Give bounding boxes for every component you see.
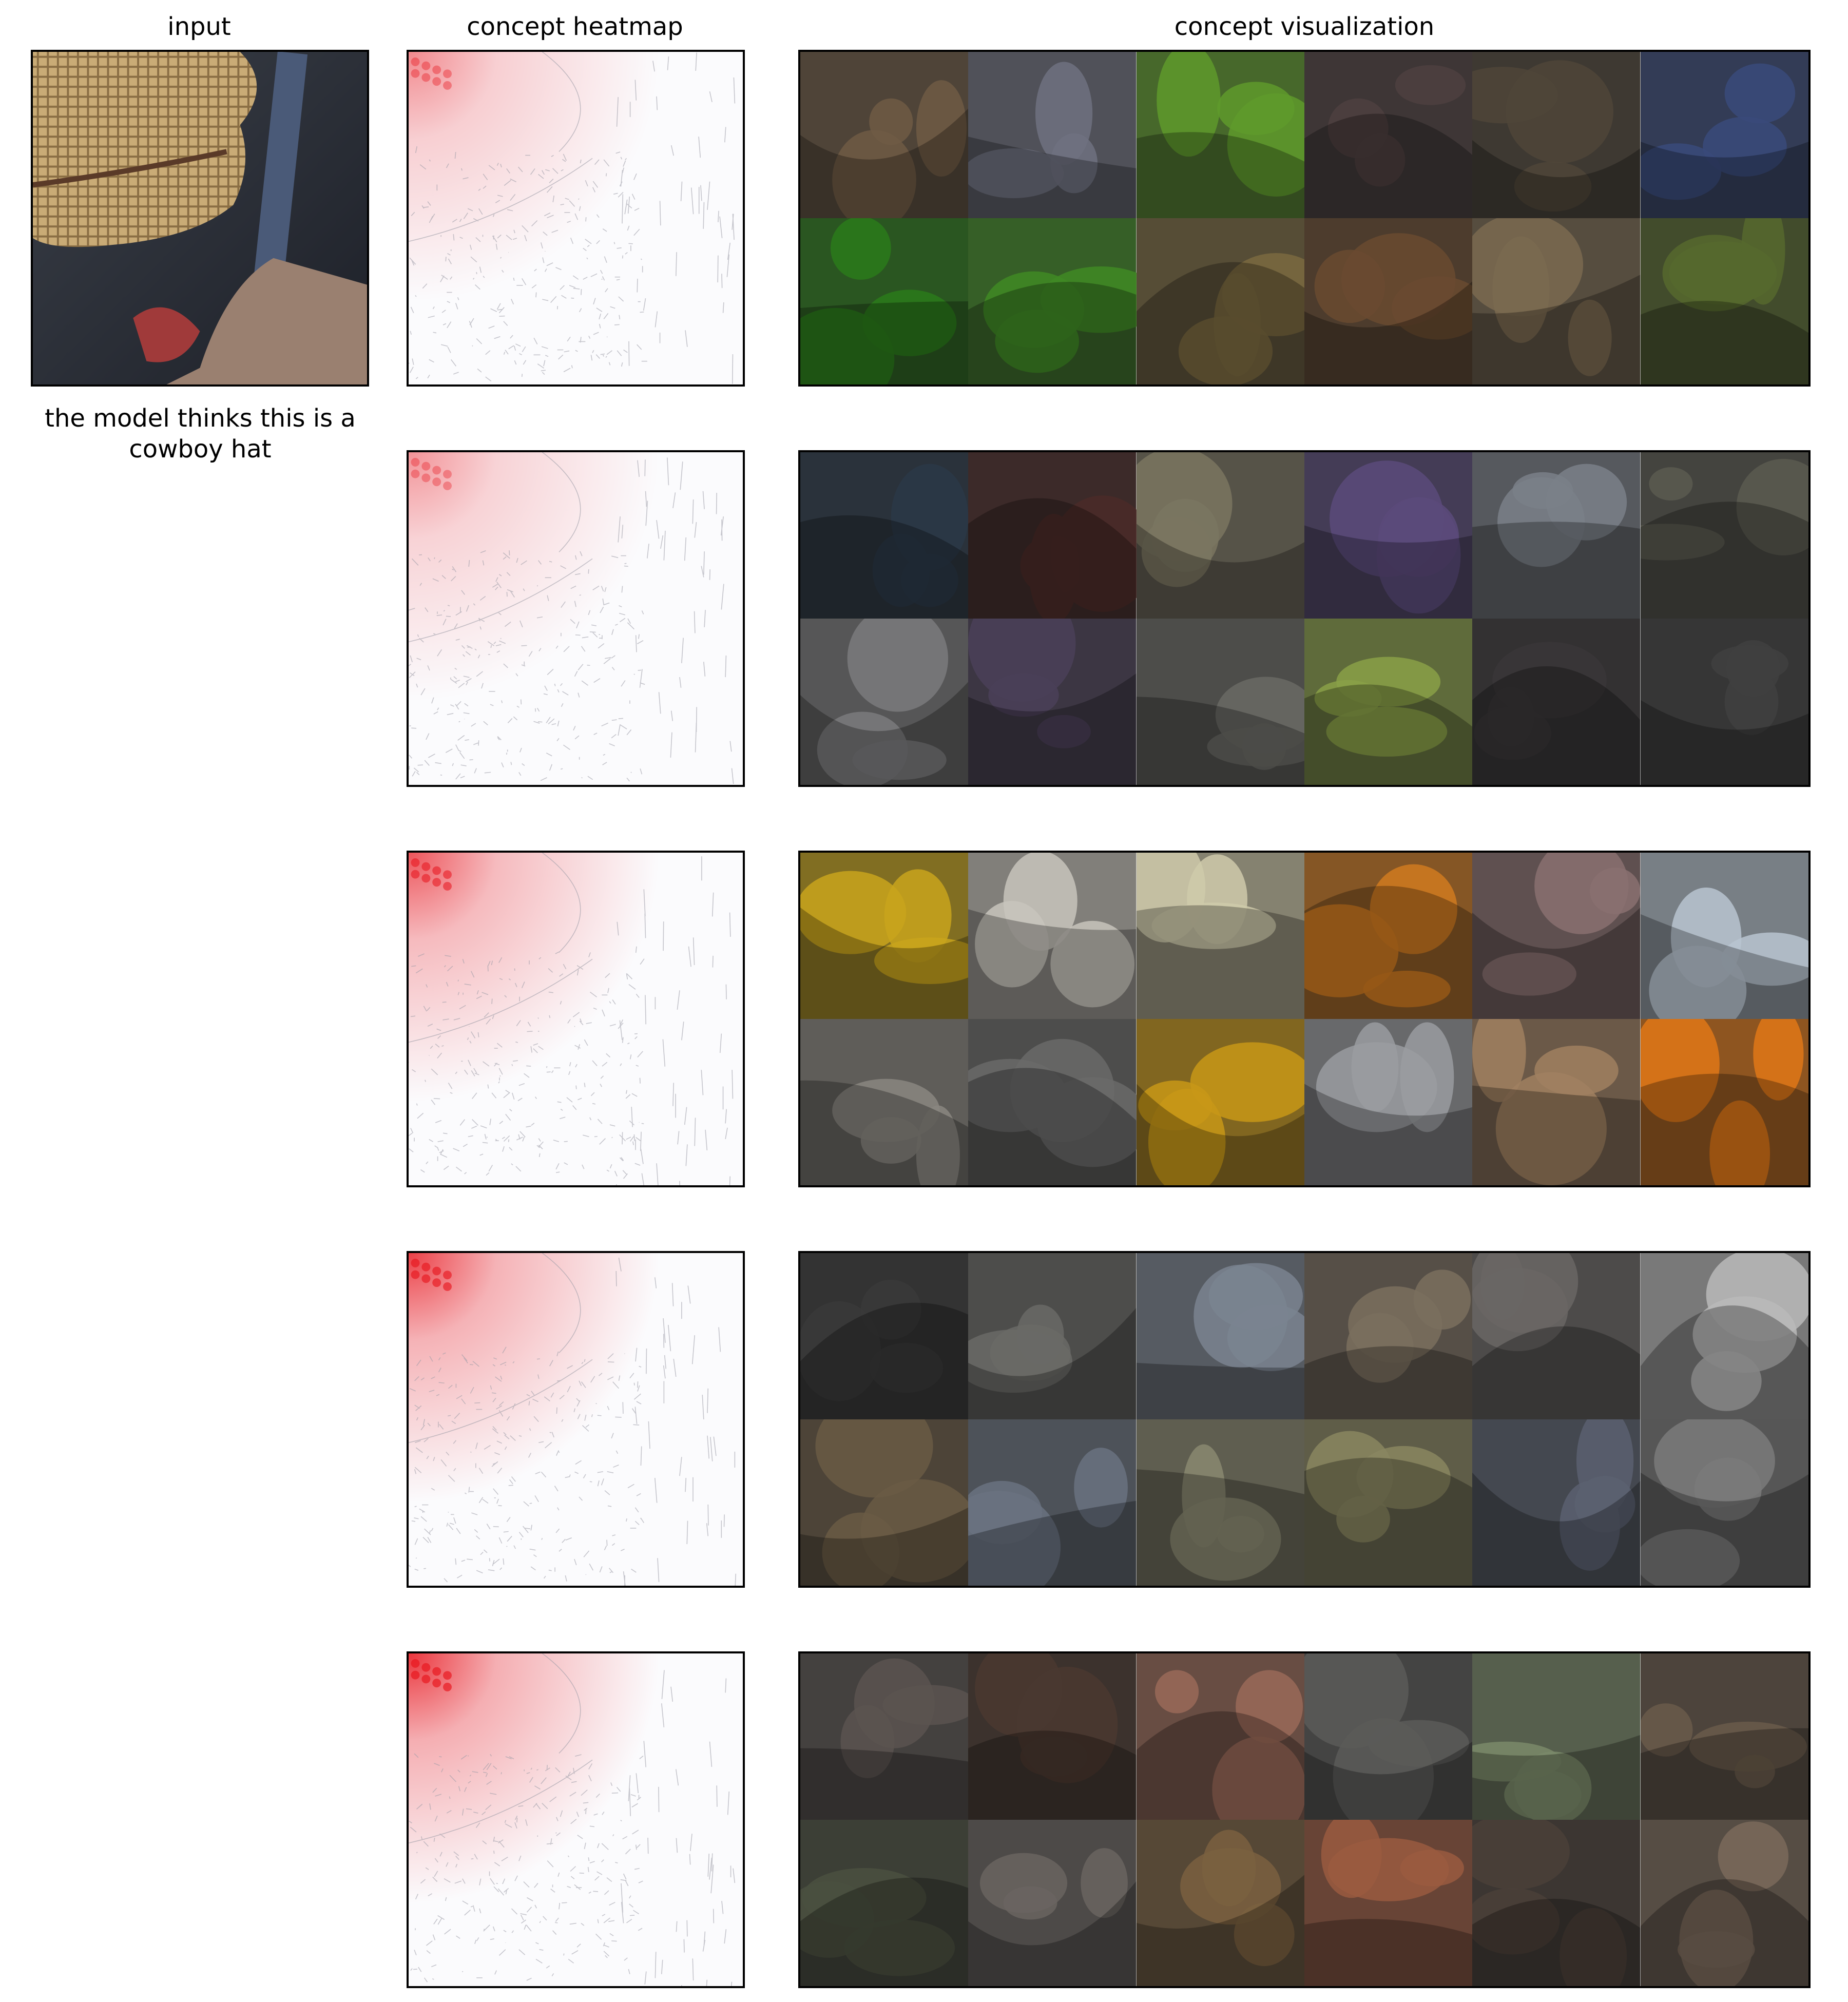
concept-example-image (1304, 1653, 1473, 1820)
concept-example-image (800, 1419, 969, 1586)
concept-example-image (1304, 1019, 1473, 1185)
concept-heatmap-4 (407, 1251, 745, 1588)
concept-example-image (968, 619, 1137, 785)
input-caption: the model thinks this is a cowboy hat (45, 404, 356, 464)
concept-example-image (968, 1653, 1137, 1820)
concept-example-image (1136, 1253, 1304, 1419)
concept-example-image (1472, 218, 1641, 384)
concept-example-image (968, 52, 1137, 218)
concept-example-image (1640, 853, 1808, 1019)
concept-example-image (1472, 619, 1641, 785)
concept-example-image (800, 1653, 969, 1820)
concept-example-image (1304, 1820, 1473, 1986)
heatmap-drawing (409, 52, 743, 384)
concept-example-image (800, 1820, 969, 1986)
concept-example-image (1304, 853, 1473, 1019)
concept-example-image (1640, 218, 1808, 384)
input-column-title: input (167, 12, 231, 41)
concept-example-image (1472, 1253, 1641, 1419)
concept-visualization-2 (798, 450, 1811, 787)
concept-example-image (1304, 1419, 1473, 1586)
concept-example-image (1136, 218, 1304, 384)
concept-example-image (968, 452, 1137, 619)
concept-example-image (800, 1253, 969, 1419)
concept-example-image (1136, 1820, 1304, 1986)
concept-example-image (1136, 1419, 1304, 1586)
concept-heatmap-3 (407, 851, 745, 1187)
concept-example-image (800, 218, 969, 384)
concept-example-image (1136, 52, 1304, 218)
concept-example-image (800, 853, 969, 1019)
concept-example-image (1640, 1419, 1808, 1586)
concept-example-image (800, 619, 969, 785)
concept-heatmap-2 (407, 450, 745, 787)
concept-example-image (1136, 1653, 1304, 1820)
concept-example-image (1304, 52, 1473, 218)
concept-example-image (968, 853, 1137, 1019)
concept-example-image (1640, 619, 1808, 785)
concept-example-image (800, 452, 969, 619)
concept-example-image (1472, 1820, 1641, 1986)
input-image-drawing (33, 52, 367, 384)
concept-example-image (1472, 1653, 1641, 1820)
concept-heatmap-1 (407, 50, 745, 387)
concept-example-image (800, 52, 969, 218)
heatmap-drawing (409, 452, 743, 785)
concept-example-image (800, 1019, 969, 1185)
concept-example-image (1472, 1019, 1641, 1185)
concept-example-image (1640, 1820, 1808, 1986)
concept-example-image (1136, 853, 1304, 1019)
concept-example-image (1640, 1019, 1808, 1185)
concept-example-image (1640, 1653, 1808, 1820)
visualization-column-title: concept visualization (1174, 12, 1435, 41)
concept-example-image (1472, 52, 1641, 218)
concept-example-image (1640, 452, 1808, 619)
concept-visualization-5 (798, 1651, 1811, 1988)
heatmap-drawing (409, 1253, 743, 1586)
concept-example-image (968, 1019, 1137, 1185)
concept-example-image (1472, 853, 1641, 1019)
concept-example-image (1304, 452, 1473, 619)
concept-example-image (968, 218, 1137, 384)
concept-example-image (968, 1253, 1137, 1419)
concept-visualization-4 (798, 1251, 1811, 1588)
concept-visualization-3 (798, 851, 1811, 1187)
concept-example-image (1472, 452, 1641, 619)
concept-example-image (1136, 1019, 1304, 1185)
concept-example-image (1304, 619, 1473, 785)
heatmap-drawing (409, 1653, 743, 1986)
concept-heatmap-5 (407, 1651, 745, 1988)
concept-example-image (1472, 1419, 1641, 1586)
concept-example-image (968, 1419, 1137, 1586)
concept-example-image (1640, 1253, 1808, 1419)
concept-example-image (1640, 52, 1808, 218)
concept-example-image (1136, 452, 1304, 619)
heatmap-drawing (409, 853, 743, 1185)
heatmap-column-title: concept heatmap (467, 12, 683, 41)
concept-example-image (1304, 1253, 1473, 1419)
input-image (31, 50, 369, 387)
concept-visualization-1 (798, 50, 1811, 387)
concept-example-image (1136, 619, 1304, 785)
concept-example-image (968, 1820, 1137, 1986)
concept-example-image (1304, 218, 1473, 384)
